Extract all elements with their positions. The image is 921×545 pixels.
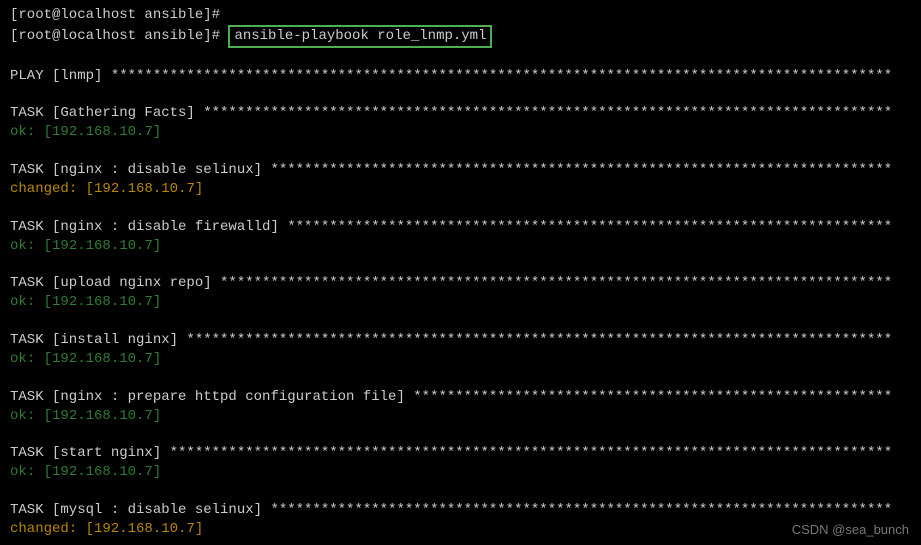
- command-highlight: ansible-playbook role_lnmp.yml: [228, 25, 492, 48]
- shell-prompt: [root@localhost ansible]#: [10, 28, 228, 44]
- task-status-line: ok: [192.168.10.7]: [10, 463, 911, 482]
- status-text: ok: [192.168.10.7]: [10, 351, 161, 367]
- task-status-line: changed: [192.168.10.7]: [10, 180, 911, 199]
- status-text: ok: [192.168.10.7]: [10, 464, 161, 480]
- blank: [10, 369, 911, 388]
- blank: [10, 142, 911, 161]
- blank: [10, 482, 911, 501]
- task-status-line: ok: [192.168.10.7]: [10, 407, 911, 426]
- task-header: TASK [start nginx] *********************…: [10, 444, 911, 463]
- prompt-line-1: [root@localhost ansible]#: [10, 6, 911, 25]
- blank: [10, 426, 911, 445]
- blank: [10, 256, 911, 275]
- prompt-line-2: [root@localhost ansible]# ansible-playbo…: [10, 25, 911, 48]
- task-header: TASK [nginx : prepare httpd configuratio…: [10, 388, 911, 407]
- status-text: ok: [192.168.10.7]: [10, 294, 161, 310]
- task-status-line: ok: [192.168.10.7]: [10, 237, 911, 256]
- status-text: changed: [192.168.10.7]: [10, 181, 203, 197]
- status-text: changed: [192.168.10.7]: [10, 521, 203, 537]
- task-header: TASK [nginx : disable selinux] *********…: [10, 161, 911, 180]
- shell-prompt: [root@localhost ansible]#: [10, 7, 220, 23]
- watermark: CSDN @sea_bunch: [792, 521, 909, 539]
- task-status-line: ok: [192.168.10.7]: [10, 350, 911, 369]
- task-status-line: changed: [192.168.10.7]: [10, 520, 911, 539]
- blank: [10, 199, 911, 218]
- task-status-line: ok: [192.168.10.7]: [10, 293, 911, 312]
- task-header: TASK [Gathering Facts] *****************…: [10, 104, 911, 123]
- status-text: ok: [192.168.10.7]: [10, 124, 161, 140]
- status-text: ok: [192.168.10.7]: [10, 408, 161, 424]
- play-header: PLAY [lnmp] ****************************…: [10, 67, 911, 86]
- blank: [10, 312, 911, 331]
- status-text: ok: [192.168.10.7]: [10, 238, 161, 254]
- task-header: TASK [nginx : disable firewalld] *******…: [10, 218, 911, 237]
- blank: [10, 86, 911, 105]
- blank: [10, 48, 911, 67]
- ansible-command[interactable]: ansible-playbook role_lnmp.yml: [234, 28, 486, 44]
- task-header: TASK [install nginx] *******************…: [10, 331, 911, 350]
- task-header: TASK [upload nginx repo] ***************…: [10, 274, 911, 293]
- task-status-line: ok: [192.168.10.7]: [10, 123, 911, 142]
- task-header: TASK [mysql : disable selinux] *********…: [10, 501, 911, 520]
